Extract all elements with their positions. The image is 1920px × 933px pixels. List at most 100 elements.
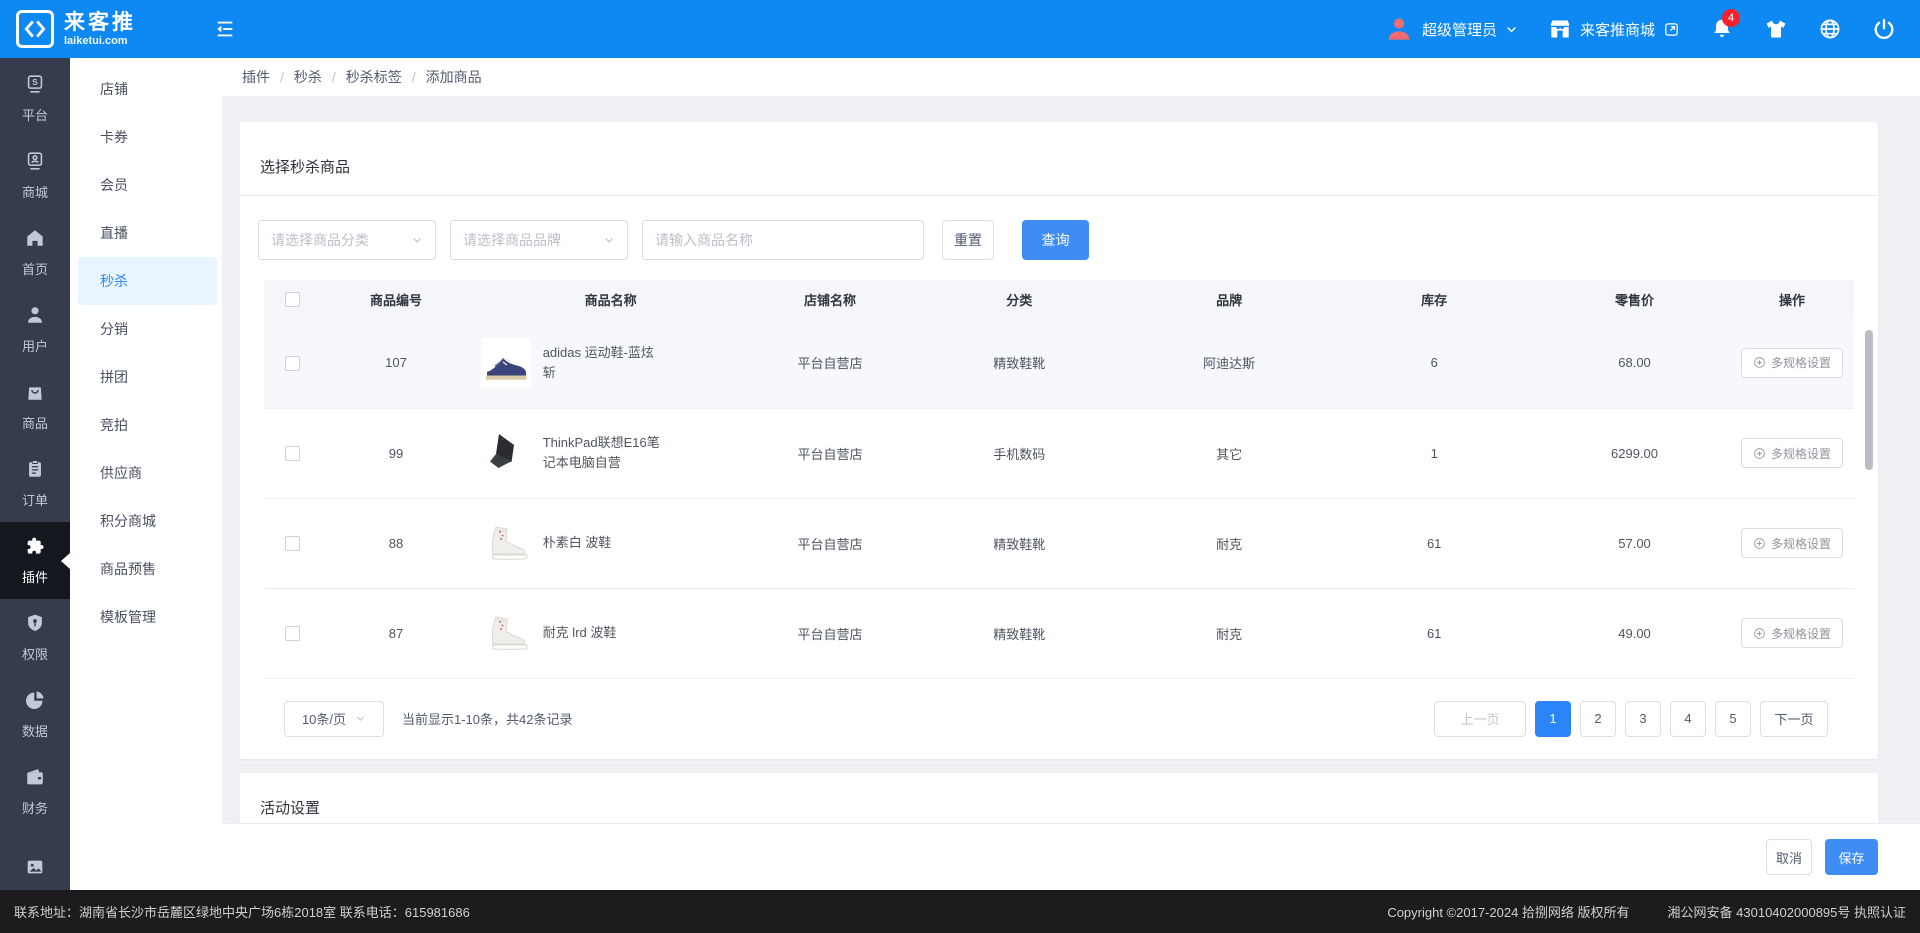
page-button-2[interactable]: 2 (1580, 701, 1616, 737)
sidebar-item-goods[interactable]: 商品 (0, 368, 70, 445)
sidebar-item-plugin[interactable]: 插件 (0, 522, 70, 599)
sidebar-item-permission[interactable]: 权限 (0, 599, 70, 676)
goods-icon (24, 381, 46, 406)
sidebar-item-gallery[interactable] (0, 830, 70, 890)
stock: 61 (1329, 588, 1539, 678)
user-menu[interactable]: 超级管理员 (1384, 14, 1518, 44)
column-header-actions: 操作 (1730, 280, 1854, 318)
mall-link[interactable]: 来客推商城 (1548, 17, 1680, 41)
vertical-scrollbar-thumb[interactable] (1865, 330, 1873, 470)
sidebar-item-home[interactable]: 首页 (0, 214, 70, 291)
select-all-checkbox[interactable] (285, 292, 300, 307)
mall-icon (24, 150, 46, 175)
table-row: 107 adidas 运动鞋-蓝炫斩 平台自营店 精致鞋靴 (264, 318, 1854, 408)
sidebar-item-user[interactable]: 用户 (0, 291, 70, 368)
logout-button[interactable] (1872, 17, 1896, 41)
submenu-item-coupon[interactable]: 卡券 (78, 113, 217, 161)
sidebar-item-data[interactable]: 数据 (0, 676, 70, 753)
sidebar-item-mall[interactable]: 商城 (0, 137, 70, 214)
pagination-summary: 当前显示1-10条，共42条记录 (402, 709, 572, 728)
column-header-product-id: 商品编号 (321, 280, 470, 318)
column-header-store-name: 店铺名称 (751, 280, 910, 318)
row-checkbox[interactable] (285, 536, 300, 551)
multi-spec-button[interactable]: 多规格设置 (1741, 438, 1843, 468)
submenu-item-presale[interactable]: 商品预售 (78, 545, 217, 593)
submenu-item-distribution[interactable]: 分销 (78, 305, 217, 353)
stock: 1 (1329, 408, 1539, 498)
sidebar-item-label: 商品 (22, 413, 48, 432)
notifications-button[interactable]: 4 (1710, 17, 1734, 41)
breadcrumb: 插件 秒杀 秒杀标签 添加商品 (222, 58, 1920, 96)
prev-page-button[interactable]: 上一页 (1434, 701, 1526, 737)
submenu-item-seckill[interactable]: 秒杀 (78, 257, 217, 305)
pagination-bar: 10条/页 当前显示1-10条，共42条记录 上一页 1 2 3 4 5 下一页 (240, 679, 1878, 759)
breadcrumb-item-current: 添加商品 (402, 67, 482, 87)
row-checkbox[interactable] (285, 446, 300, 461)
submenu-item-shop[interactable]: 店铺 (78, 65, 217, 113)
logo-subtitle: laiketui.com (64, 35, 136, 47)
reset-button[interactable]: 重置 (942, 220, 994, 260)
table-header-row: 商品编号 商品名称 店铺名称 分类 品牌 库存 零售价 操作 (264, 280, 1854, 318)
stock: 61 (1329, 498, 1539, 588)
circle-plus-icon (1753, 537, 1766, 550)
multi-spec-button[interactable]: 多规格设置 (1741, 618, 1843, 648)
form-action-bar: 取消 保存 (222, 823, 1920, 890)
page-button-5[interactable]: 5 (1715, 701, 1751, 737)
page-button-1[interactable]: 1 (1535, 701, 1571, 737)
shirt-button[interactable] (1764, 17, 1788, 41)
breadcrumb-item[interactable]: 插件 (242, 67, 270, 87)
app-logo[interactable]: 来客推 laiketui.com (0, 10, 212, 48)
submenu-item-points-mall[interactable]: 积分商城 (78, 497, 217, 545)
submenu-item-supplier[interactable]: 供应商 (78, 449, 217, 497)
product-id: 107 (321, 318, 470, 408)
row-checkbox[interactable] (285, 356, 300, 371)
page-size-select[interactable]: 10条/页 (284, 701, 384, 737)
brand: 耐克 (1129, 588, 1329, 678)
header-right-group: 超级管理员 来客推商城 4 (1354, 14, 1920, 44)
breadcrumb-item[interactable]: 秒杀 (270, 67, 322, 87)
page-button-4[interactable]: 4 (1670, 701, 1706, 737)
cancel-button[interactable]: 取消 (1766, 839, 1812, 875)
breadcrumb-item[interactable]: 秒杀标签 (322, 67, 402, 87)
next-page-button[interactable]: 下一页 (1760, 701, 1828, 737)
gallery-icon (24, 856, 46, 881)
row-checkbox[interactable] (285, 626, 300, 641)
price: 6299.00 (1539, 408, 1730, 498)
order-icon (24, 458, 46, 483)
sidebar-item-label: 平台 (22, 105, 48, 124)
sidebar-item-platform[interactable]: S 平台 (0, 60, 70, 137)
product-image-sneaker-white (481, 518, 531, 568)
column-header-product-name: 商品名称 (471, 280, 751, 318)
sidebar-item-order[interactable]: 订单 (0, 445, 70, 522)
submenu-item-groupbuy[interactable]: 拼团 (78, 353, 217, 401)
multi-spec-button[interactable]: 多规格设置 (1741, 528, 1843, 558)
page-button-3[interactable]: 3 (1625, 701, 1661, 737)
sidebar-item-finance[interactable]: 财务 (0, 753, 70, 830)
brand-select[interactable]: 请选择商品品牌 (450, 220, 628, 260)
search-button[interactable]: 查询 (1022, 220, 1089, 260)
multi-spec-button[interactable]: 多规格设置 (1741, 348, 1843, 378)
table-row: 99 ThinkPad联想E16笔记本电脑自营 平台自营店 手 (264, 408, 1854, 498)
code-brackets-icon (16, 10, 54, 48)
save-button[interactable]: 保存 (1825, 839, 1878, 875)
goods-name-input[interactable] (642, 220, 924, 260)
language-button[interactable] (1818, 17, 1842, 41)
plugin-icon (24, 535, 46, 560)
shirt-icon (1764, 17, 1788, 41)
column-header-brand: 品牌 (1129, 280, 1329, 318)
submenu-item-live[interactable]: 直播 (78, 209, 217, 257)
submenu-item-template[interactable]: 模板管理 (78, 593, 217, 641)
brand: 阿迪达斯 (1129, 318, 1329, 408)
submenu-item-member[interactable]: 会员 (78, 161, 217, 209)
logo-title: 来客推 (64, 11, 136, 34)
category-select-placeholder: 请选择商品分类 (271, 230, 369, 250)
menu-fold-icon[interactable] (214, 18, 236, 40)
stock: 6 (1329, 318, 1539, 408)
notification-badge: 4 (1722, 9, 1740, 27)
category-select[interactable]: 请选择商品分类 (258, 220, 436, 260)
store-name: 平台自营店 (751, 588, 910, 678)
footer-record-number: 湘公网安备 43010402000895号 执照认证 (1668, 902, 1906, 921)
footer-copyright: Copyright ©2017-2024 拾捌网络 版权所有 (1387, 902, 1629, 921)
submenu-item-auction[interactable]: 竞拍 (78, 401, 217, 449)
product-image-sneaker-white (481, 608, 531, 658)
